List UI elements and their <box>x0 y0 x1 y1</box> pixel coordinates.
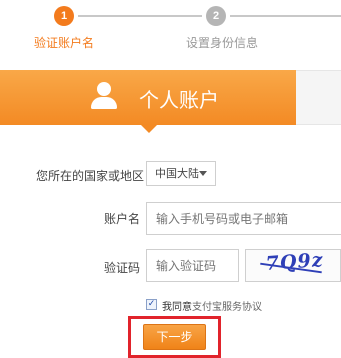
step-1-badge: 1 <box>54 6 74 26</box>
agreement-text: 我同意支付宝服务协议 <box>162 298 262 313</box>
account-input[interactable] <box>146 202 341 235</box>
captcha-label: 验证码 <box>103 261 140 275</box>
tab-pointer <box>140 124 158 133</box>
captcha-image[interactable]: 7Q9z <box>245 249 341 282</box>
user-icon <box>89 82 119 110</box>
country-selected-value: 中国大陆 <box>155 167 199 180</box>
chevron-down-icon <box>199 171 207 176</box>
step-connector <box>230 15 341 17</box>
step-2-badge: 2 <box>206 6 226 26</box>
agreement-checkbox[interactable]: ✓ <box>146 299 157 310</box>
banner-title: 个人账户 <box>139 88 219 112</box>
step-2-label: 设置身份信息 <box>186 36 259 50</box>
country-select[interactable]: 中国大陆 <box>146 161 216 186</box>
account-label: 账户名 <box>103 212 140 226</box>
agreement-prefix: 我同意 <box>162 302 192 313</box>
country-label: 您所在的国家或地区 <box>36 169 145 183</box>
step-indicator: 1 2 验证账户名 设置身份信息 <box>0 0 341 60</box>
next-button[interactable]: 下一步 <box>143 324 206 350</box>
agreement-link[interactable]: 支付宝服务协议 <box>192 302 262 313</box>
captcha-input[interactable] <box>146 249 239 282</box>
step-connector <box>78 15 202 17</box>
other-account-tab[interactable] <box>296 70 341 125</box>
step-1-label: 验证账户名 <box>34 36 95 50</box>
